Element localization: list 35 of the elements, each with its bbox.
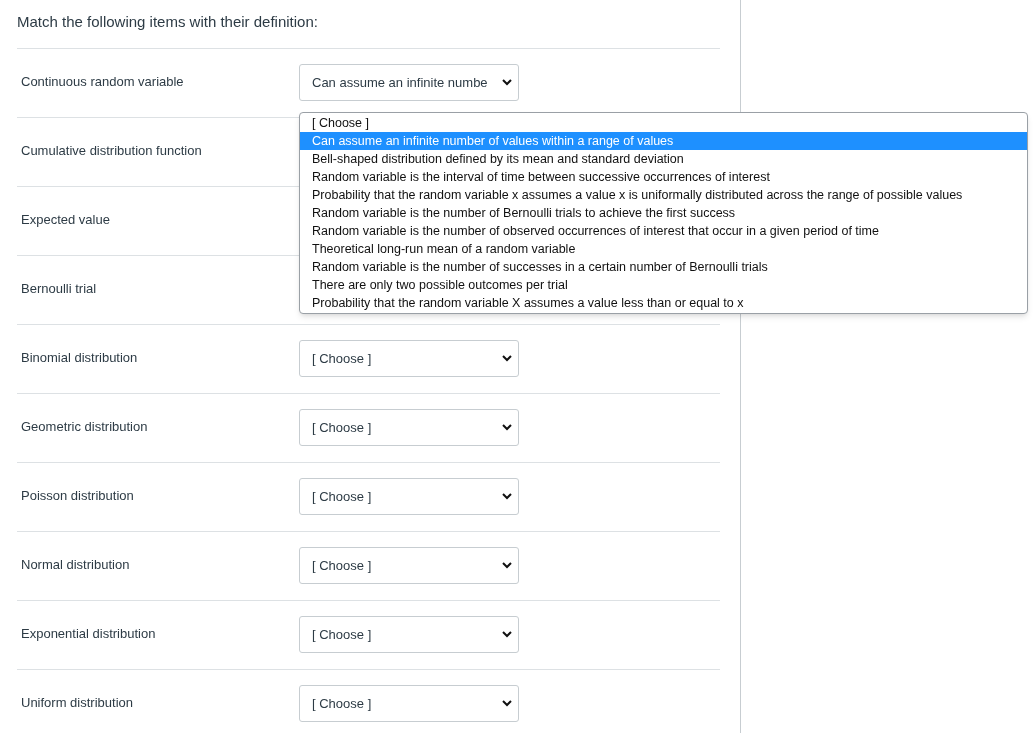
item-label: Binomial distribution bbox=[21, 350, 138, 365]
item-label: Normal distribution bbox=[21, 557, 130, 572]
chevron-down-icon bbox=[502, 424, 512, 431]
item-label: Expected value bbox=[21, 212, 110, 227]
select-field[interactable]: [ Choose ] bbox=[299, 616, 519, 653]
select-field[interactable]: [ Choose ] bbox=[299, 340, 519, 377]
dropdown-option[interactable]: Random variable is the number of observed occurrences of interest that occur in a given period of time bbox=[300, 222, 1027, 240]
select-field[interactable]: [ Choose ] bbox=[299, 685, 519, 722]
dropdown-option[interactable]: [ Choose ] bbox=[300, 114, 1027, 132]
dropdown-option[interactable]: Random variable is the number of successes in a certain number of Bernoulli trials bbox=[300, 258, 1027, 276]
dropdown-option[interactable]: Random variable is the number of Bernoulli trials to achieve the first success bbox=[300, 204, 1027, 222]
item-label: Geometric distribution bbox=[21, 419, 148, 434]
item-label: Poisson distribution bbox=[21, 488, 134, 503]
dropdown-option[interactable]: Probability that the random variable X assumes a value less than or equal to x bbox=[300, 294, 1027, 312]
item-label: Continuous random variable bbox=[21, 74, 184, 89]
select-field[interactable]: Can assume an infinite numbe bbox=[299, 64, 519, 101]
item-label: Bernoulli trial bbox=[21, 281, 97, 296]
dropdown-option[interactable]: Probability that the random variable x assumes a value x is uniformally distributed across the range of possible values bbox=[300, 186, 1027, 204]
item-label: Exponential distribution bbox=[21, 626, 156, 641]
dropdown-option[interactable]: Theoretical long-run mean of a random variable bbox=[300, 240, 1027, 258]
select-field[interactable]: [ Choose ] bbox=[299, 547, 519, 584]
item-label: Cumulative distribution function bbox=[21, 143, 202, 158]
item-label: Uniform distribution bbox=[21, 695, 133, 710]
dropdown-option[interactable]: There are only two possible outcomes per trial bbox=[300, 276, 1027, 294]
dropdown-option[interactable]: Bell-shaped distribution defined by its mean and standard deviation bbox=[300, 150, 1027, 168]
select-field[interactable]: [ Choose ] bbox=[299, 409, 519, 446]
chevron-down-icon bbox=[502, 631, 512, 638]
chevron-down-icon bbox=[502, 493, 512, 500]
chevron-down-icon bbox=[502, 355, 512, 362]
chevron-down-icon bbox=[502, 562, 512, 569]
chevron-down-icon bbox=[502, 700, 512, 707]
question-text: Match the following items with their definition: bbox=[17, 12, 319, 32]
select-field[interactable]: [ Choose ] bbox=[299, 478, 519, 515]
dropdown-option[interactable]: Random variable is the interval of time between successive occurrences of interest bbox=[300, 168, 1027, 186]
chevron-down-icon bbox=[502, 79, 512, 86]
